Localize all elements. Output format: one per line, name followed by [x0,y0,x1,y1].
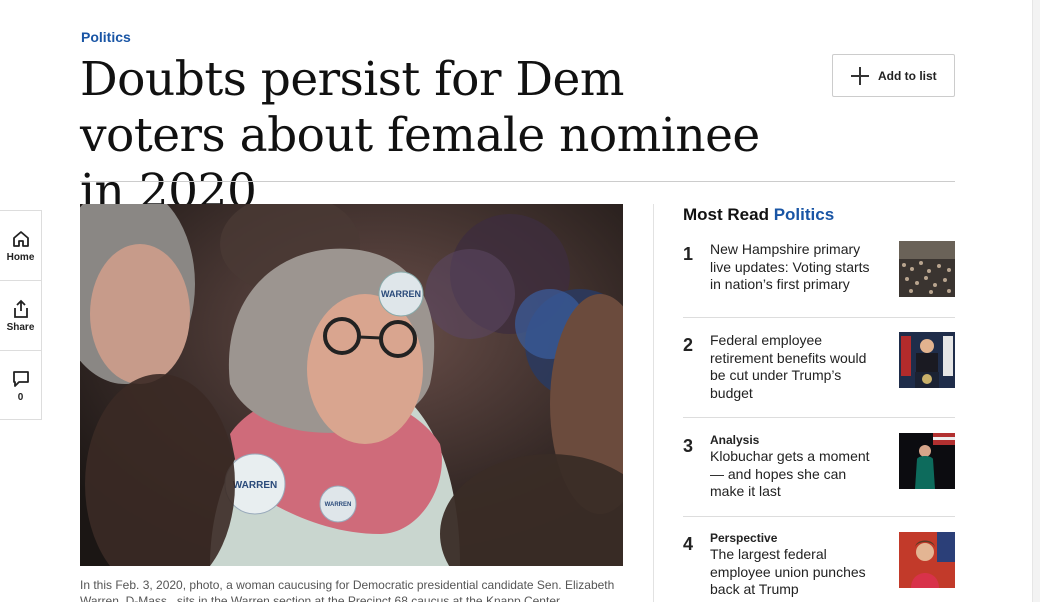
item-number: 4 [683,534,694,554]
photo-button-text-2: WARREN [325,502,352,508]
scrollbar-track[interactable] [1032,0,1040,602]
most-read-item[interactable]: 3 Analysis Klobuchar gets a moment — and… [683,433,955,501]
section-kicker[interactable]: Politics [81,29,131,45]
item-headline[interactable]: New Hampshire primary live updates: Voti… [710,241,875,294]
item-thumbnail[interactable] [899,332,955,388]
rail-home-button[interactable]: Home [0,211,41,281]
most-read-title-prefix: Most Read [683,205,769,224]
photo-shirt-text: WARREN [233,480,277,491]
item-thumbnail[interactable] [899,241,955,297]
most-read-item[interactable]: 2 Federal employee retirement benefits w… [683,332,955,402]
rail-comments-button[interactable]: 0 [0,351,41,421]
item-headline[interactable]: The largest federal employee union punch… [710,546,866,597]
home-icon [12,230,29,247]
most-read-section-link[interactable]: Politics [774,205,834,224]
most-read-separator [683,516,955,517]
rail-share-label: Share [6,321,35,333]
item-thumbnail[interactable] [899,433,955,489]
item-label: Perspective [710,531,778,545]
rail-share-button[interactable]: Share [0,281,41,351]
item-number: 2 [683,335,694,355]
share-icon [13,299,28,318]
add-to-list-button[interactable]: Add to list [832,54,955,97]
left-rail: Home Share 0 [0,210,42,420]
most-read-separator [683,417,955,418]
sidebar-divider [653,204,654,602]
plus-icon [851,66,869,85]
header-divider [80,181,955,182]
most-read-item[interactable]: 4 Perspective The largest federal employ… [683,531,955,599]
photo-button-text: WARREN [381,289,421,299]
article-headline: Doubts persist for Dem voters about fema… [80,52,760,219]
item-headline[interactable]: Klobuchar gets a moment — and hopes she … [710,448,870,499]
most-read-item[interactable]: 1 New Hampshire primary live updates: Vo… [683,241,955,297]
item-number: 3 [683,436,694,456]
rail-home-label: Home [6,251,35,263]
most-read-separator [683,317,955,318]
item-number: 1 [683,244,694,264]
item-headline[interactable]: Federal employee retirement benefits wou… [710,332,875,402]
item-label: Analysis [710,433,760,447]
lead-photo: WARREN WARREN WARREN [80,204,623,566]
most-read-title: Most Read Politics [683,205,834,225]
add-to-list-label: Add to list [878,68,937,83]
comment-icon [12,371,29,387]
item-thumbnail[interactable] [899,532,955,588]
rail-comments-count: 0 [17,392,24,403]
photo-caption: In this Feb. 3, 2020, photo, a woman cau… [80,578,615,602]
